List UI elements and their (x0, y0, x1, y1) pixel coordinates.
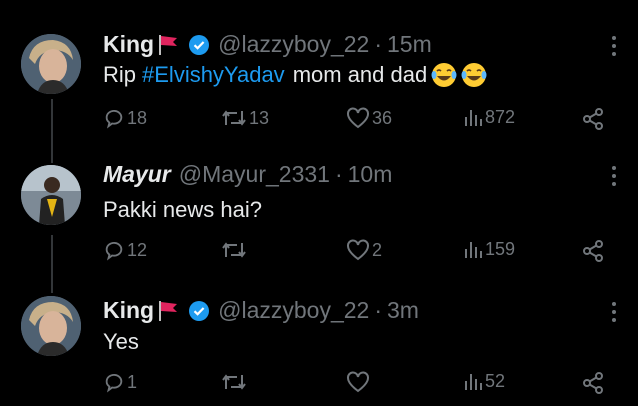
retweet-button[interactable] (221, 371, 249, 393)
tweet-header: Mayur @Mayur_2331 · 10m (103, 161, 392, 188)
display-name[interactable]: Mayur (103, 161, 171, 188)
share-icon (583, 108, 603, 130)
heart-icon (347, 239, 369, 261)
more-options-icon[interactable] (612, 302, 616, 322)
timestamp[interactable]: 3m (387, 297, 419, 324)
handle[interactable]: @Mayur_2331 (179, 161, 330, 188)
heart-icon (347, 107, 369, 129)
more-options-icon[interactable] (612, 166, 616, 186)
reply-button[interactable]: 1 (103, 371, 137, 393)
views-chart-icon (465, 373, 482, 390)
laughing-tears-emoji-icon (461, 62, 487, 88)
views-chart-icon (465, 241, 482, 258)
retweet-icon (222, 374, 246, 390)
share-button[interactable] (581, 239, 605, 263)
views-button[interactable]: 52 (463, 371, 505, 392)
views-count: 872 (485, 107, 516, 127)
separator-dot: · (374, 31, 382, 57)
retweet-button[interactable] (221, 239, 249, 261)
reply-button[interactable]: 12 (103, 239, 147, 261)
separator-dot: · (374, 297, 382, 323)
retweet-icon (222, 242, 246, 258)
verified-badge-icon[interactable] (188, 300, 210, 322)
like-button[interactable]: 2 (346, 239, 382, 261)
like-button[interactable] (346, 371, 372, 393)
share-icon (583, 372, 603, 394)
share-button[interactable] (581, 107, 605, 131)
red-flag-icon (156, 299, 180, 323)
views-count: 52 (485, 371, 506, 391)
timestamp[interactable]: 15m (387, 31, 432, 58)
display-name[interactable]: King (103, 31, 154, 58)
reply-count: 1 (127, 371, 138, 392)
reply-icon (105, 109, 123, 129)
reply-button[interactable]: 18 (103, 107, 147, 129)
avatar[interactable] (21, 165, 81, 225)
share-icon (583, 240, 603, 262)
tweet-actions: 18 13 36 872 (103, 107, 618, 133)
display-name[interactable]: King (103, 297, 154, 324)
tweet[interactable]: King @lazzyboy_22 · 3m Yes 1 52 (0, 280, 638, 406)
tweet-text: Rip #ElvishyYadav mom and dad (103, 62, 487, 88)
more-options-icon[interactable] (612, 36, 616, 56)
avatar[interactable] (21, 296, 81, 356)
tweet-text-suffix: mom and dad (292, 62, 428, 87)
views-button[interactable]: 872 (463, 107, 515, 128)
tweet-actions: 1 52 (103, 371, 618, 397)
retweet-icon (222, 110, 246, 126)
reply-icon (105, 373, 123, 393)
tweet-header: King @lazzyboy_22 · 15m (103, 31, 432, 58)
reply-count: 18 (127, 107, 148, 128)
tweet[interactable]: King @lazzyboy_22 · 15m Rip #ElvishyYada… (0, 0, 638, 145)
tweet-actions: 12 2 159 (103, 239, 618, 265)
retweet-button[interactable]: 13 (221, 107, 269, 129)
timestamp[interactable]: 10m (348, 161, 393, 188)
reply-count: 12 (127, 239, 148, 260)
hashtag-link[interactable]: #ElvishyYadav (142, 62, 285, 88)
tweet[interactable]: Mayur @Mayur_2331 · 10m Pakki news hai? … (0, 145, 638, 280)
heart-icon (347, 371, 369, 393)
reply-icon (105, 241, 123, 261)
red-flag-icon (156, 33, 180, 57)
handle[interactable]: @lazzyboy_22 (218, 31, 369, 58)
tweet-text: Yes (103, 329, 139, 354)
handle[interactable]: @lazzyboy_22 (218, 297, 369, 324)
tweet-header: King @lazzyboy_22 · 3m (103, 297, 419, 324)
verified-badge-icon[interactable] (188, 34, 210, 56)
share-button[interactable] (581, 371, 605, 395)
laughing-tears-emoji-icon (431, 62, 457, 88)
tweet-text: Pakki news hai? (103, 197, 262, 222)
like-count: 36 (372, 107, 393, 128)
views-chart-icon (465, 109, 482, 126)
views-count: 159 (485, 239, 516, 259)
retweet-count: 13 (249, 107, 270, 128)
avatar[interactable] (21, 34, 81, 94)
like-button[interactable]: 36 (346, 107, 392, 129)
tweet-text-prefix: Rip (103, 62, 137, 87)
separator-dot: · (334, 161, 343, 187)
views-button[interactable]: 159 (463, 239, 515, 260)
like-count: 2 (372, 239, 383, 260)
